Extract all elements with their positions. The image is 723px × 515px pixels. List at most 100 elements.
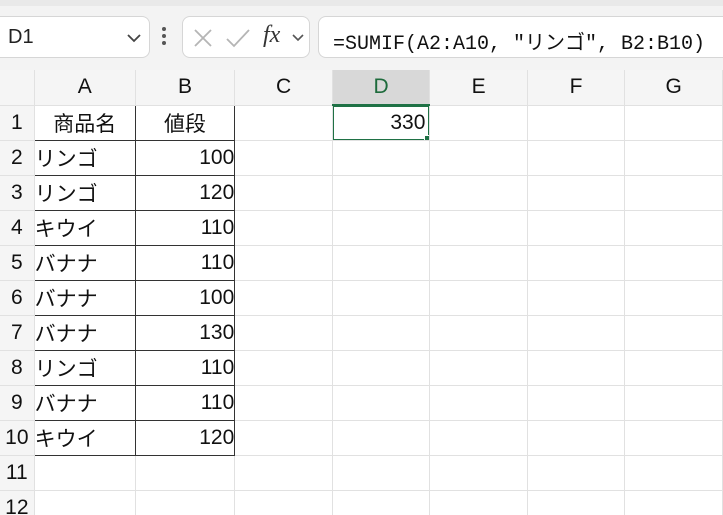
name-box[interactable]: D1 [0,16,150,58]
cell-g1[interactable] [624,105,723,141]
cell-c10[interactable] [234,420,333,456]
cell-c11[interactable] [234,455,333,491]
cell-c2[interactable] [234,140,333,176]
cell-d3[interactable] [332,175,431,211]
cell-b2[interactable]: 100 [134,139,236,176]
cell-b1[interactable]: 値段 [134,104,236,141]
cell-f9[interactable] [527,385,626,421]
cell-d10[interactable] [332,420,431,456]
row-header[interactable]: 12 [0,490,35,515]
column-header-b[interactable]: B [135,70,236,106]
cell-d1[interactable]: 330 [332,105,431,141]
cell-a4[interactable]: キウイ [33,209,136,246]
cell-c9[interactable] [234,385,333,421]
cell-c8[interactable] [234,350,333,386]
cell-b6[interactable]: 100 [134,279,236,316]
cell-d8[interactable] [332,350,431,386]
cell-c7[interactable] [234,315,333,351]
cell-a3[interactable]: リンゴ [33,174,136,211]
cell-c1[interactable] [234,105,333,141]
cell-c4[interactable] [234,210,333,246]
row-header[interactable]: 3 [0,175,35,211]
row-header[interactable]: 7 [0,315,35,351]
cell-d4[interactable] [332,210,431,246]
cell-e3[interactable] [429,175,528,211]
cell-f1[interactable] [527,105,626,141]
cell-e11[interactable] [429,455,528,491]
column-header-d[interactable]: D [332,70,431,106]
cell-f7[interactable] [527,315,626,351]
cell-g8[interactable] [624,350,723,386]
fill-handle[interactable] [424,134,429,139]
row-header[interactable]: 6 [0,280,35,316]
cell-b9[interactable]: 110 [134,384,236,421]
cell-e4[interactable] [429,210,528,246]
cell-a10[interactable]: キウイ [33,419,136,456]
formula-text[interactable]: =SUMIF(A2:A10, "リンゴ", B2:B10) [333,26,705,56]
cell-b5[interactable]: 110 [134,244,236,281]
row-header[interactable]: 11 [0,455,35,491]
row-header[interactable]: 8 [0,350,35,386]
cell-d11[interactable] [332,455,431,491]
cell-d5[interactable] [332,245,431,281]
cell-f5[interactable] [527,245,626,281]
cell-g2[interactable] [624,140,723,176]
cell-a7[interactable]: バナナ [33,314,136,351]
cell-f3[interactable] [527,175,626,211]
cell-g12[interactable] [624,490,723,515]
cell-a6[interactable]: バナナ [33,279,136,316]
cell-g7[interactable] [624,315,723,351]
cell-f8[interactable] [527,350,626,386]
chevron-down-icon[interactable] [125,29,143,52]
column-header-e[interactable]: E [429,70,528,106]
cell-g10[interactable] [624,420,723,456]
cancel-icon[interactable] [191,26,215,55]
cell-b4[interactable]: 110 [134,209,236,246]
cell-c5[interactable] [234,245,333,281]
cell-b11[interactable] [135,455,236,491]
select-all-corner[interactable] [0,70,35,106]
cell-e12[interactable] [429,490,528,515]
cell-a5[interactable]: バナナ [33,244,136,281]
cell-e1[interactable] [429,105,528,141]
cell-b3[interactable]: 120 [134,174,236,211]
column-header-c[interactable]: C [234,70,333,106]
row-header[interactable]: 1 [0,105,35,141]
cell-d6[interactable] [332,280,431,316]
cell-e2[interactable] [429,140,528,176]
cell-f10[interactable] [527,420,626,456]
cell-d2[interactable] [332,140,431,176]
cell-f4[interactable] [527,210,626,246]
cell-d7[interactable] [332,315,431,351]
cell-c6[interactable] [234,280,333,316]
formula-bar[interactable]: =SUMIF(A2:A10, "リンゴ", B2:B10) [318,16,723,58]
cell-c3[interactable] [234,175,333,211]
column-header-f[interactable]: F [527,70,626,106]
cell-f6[interactable] [527,280,626,316]
cell-e6[interactable] [429,280,528,316]
column-header-g[interactable]: G [624,70,723,106]
cell-c12[interactable] [234,490,333,515]
column-header-a[interactable]: A [34,70,136,106]
cell-e7[interactable] [429,315,528,351]
row-header[interactable]: 5 [0,245,35,281]
cell-b10[interactable]: 120 [134,419,236,456]
cell-a9[interactable]: バナナ [33,384,136,421]
cell-d12[interactable] [332,490,431,515]
row-header[interactable]: 4 [0,210,35,246]
cell-f12[interactable] [527,490,626,515]
cell-f2[interactable] [527,140,626,176]
cell-g3[interactable] [624,175,723,211]
checkmark-icon[interactable] [225,26,251,55]
chevron-down-icon[interactable] [291,30,305,49]
cell-g4[interactable] [624,210,723,246]
cell-d9[interactable] [332,385,431,421]
cell-f11[interactable] [527,455,626,491]
row-header[interactable]: 9 [0,385,35,421]
cell-a8[interactable]: リンゴ [33,349,136,386]
cell-e8[interactable] [429,350,528,386]
cell-e5[interactable] [429,245,528,281]
cell-b8[interactable]: 110 [134,349,236,386]
cell-e10[interactable] [429,420,528,456]
cell-g6[interactable] [624,280,723,316]
